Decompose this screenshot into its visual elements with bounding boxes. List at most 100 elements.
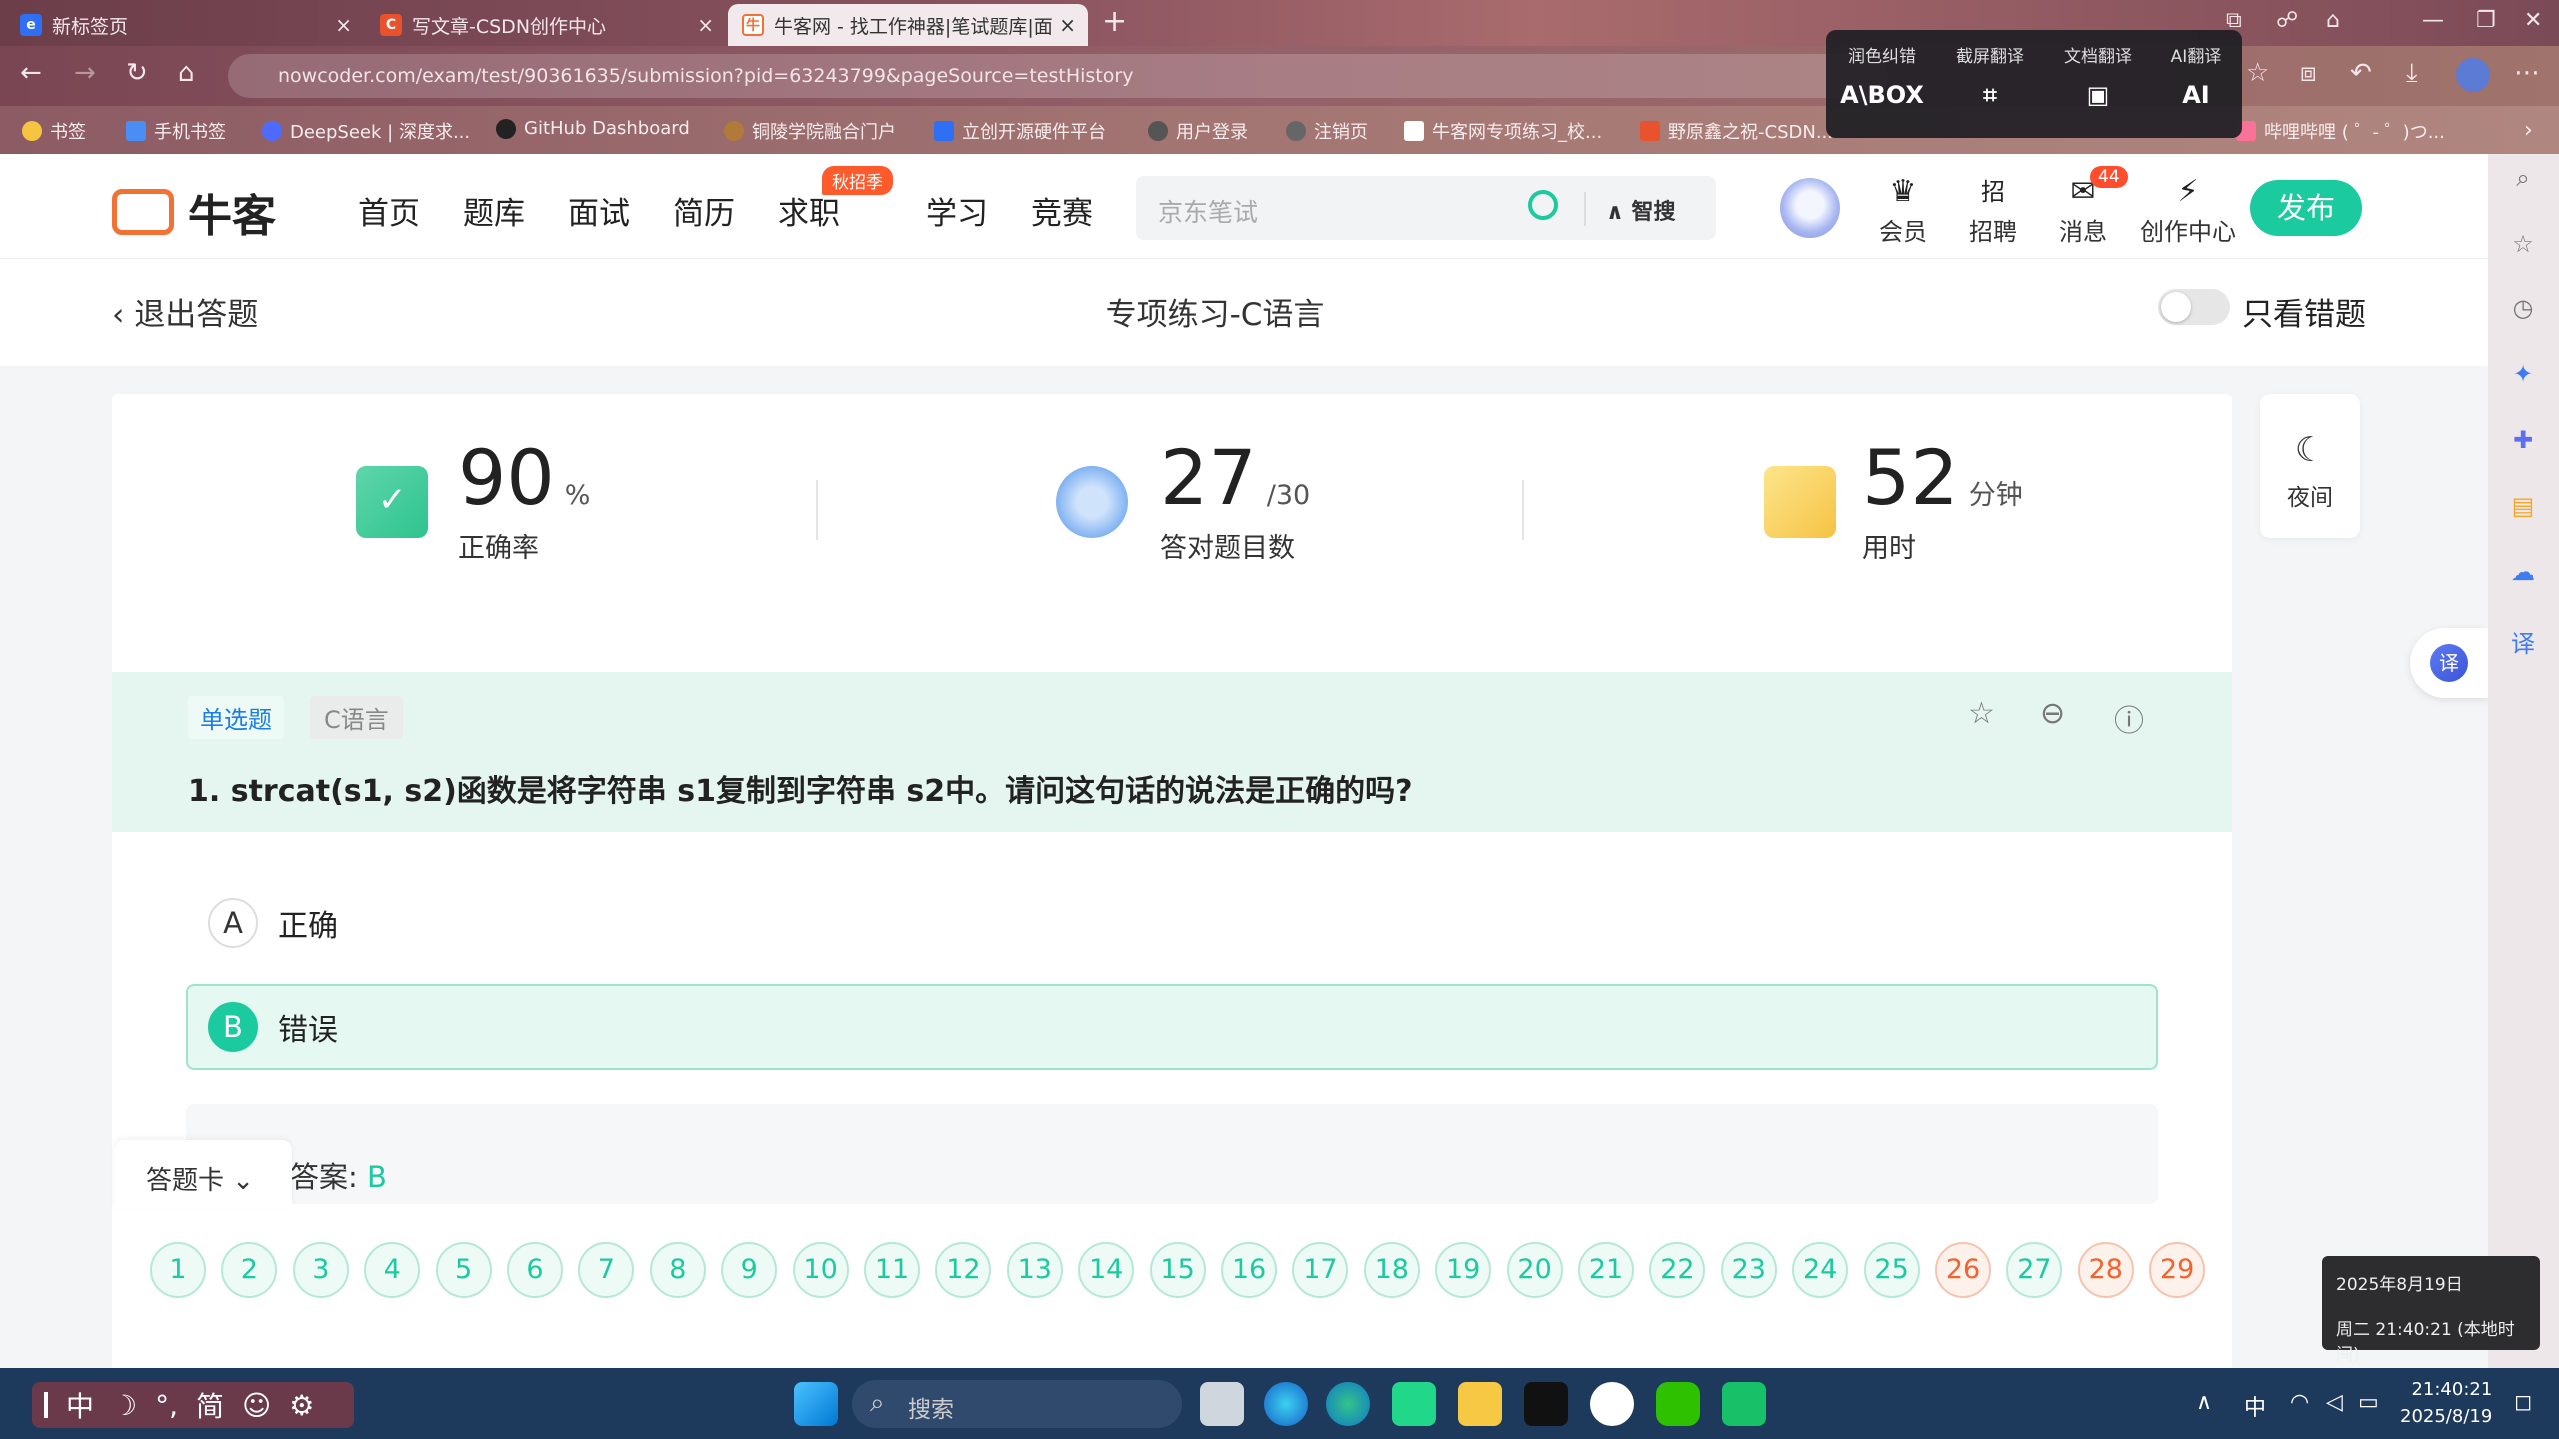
extensions-icon[interactable]: ⌂ xyxy=(2326,8,2340,33)
tray-ime-lang[interactable]: 中 xyxy=(2244,1390,2266,1422)
answer-card-tab[interactable]: 答题卡 ⌄ xyxy=(114,1140,292,1208)
simplified-toggle[interactable]: 简 xyxy=(196,1385,224,1425)
cloud-icon[interactable]: ☁ xyxy=(2506,558,2540,592)
nav-jobs[interactable]: 求职 秋招季 xyxy=(778,166,893,233)
answer-card-number[interactable]: 10 xyxy=(792,1242,849,1298)
ime-lang[interactable]: 中 xyxy=(66,1385,94,1425)
minimize-icon[interactable]: — xyxy=(2422,8,2444,33)
vip-button[interactable]: ♛ 会员 xyxy=(1858,172,1948,247)
bookmark-item[interactable]: 手机书签 xyxy=(126,118,226,144)
search-box[interactable]: 京东笔试 ∧ 智搜 xyxy=(1136,176,1716,240)
maximize-icon[interactable]: ❐ xyxy=(2476,8,2496,33)
answer-card-number[interactable]: 6 xyxy=(507,1242,563,1298)
forward-icon[interactable]: → xyxy=(74,58,96,88)
toolbox-icon[interactable]: ▤ xyxy=(2506,492,2540,526)
cube-app-icon[interactable] xyxy=(1524,1382,1568,1426)
bookmark-item[interactable]: 用户登录 xyxy=(1148,118,1248,144)
bookmark-item[interactable]: 铜陵学院融合门户 xyxy=(724,118,896,144)
answer-card-number[interactable]: 12 xyxy=(935,1242,992,1298)
answer-card-number[interactable]: 22 xyxy=(1649,1242,1706,1298)
download-icon[interactable]: ⤓ xyxy=(2406,58,2418,89)
creator-center-button[interactable]: ⚡ 创作中心 xyxy=(2136,172,2240,247)
answer-card-number[interactable]: 23 xyxy=(1720,1242,1777,1298)
answer-card-number[interactable]: 7 xyxy=(578,1242,635,1298)
answer-card-number[interactable]: 9 xyxy=(721,1242,778,1298)
close-icon[interactable]: × xyxy=(335,13,352,37)
screenshot-translate-button[interactable]: 截屏翻译 ⌗ xyxy=(1940,42,2040,109)
bookmark-item[interactable]: GitHub Dashboard xyxy=(496,118,690,139)
nav-home[interactable]: 首页 xyxy=(358,188,420,233)
only-wrong-toggle[interactable] xyxy=(2158,289,2230,325)
answer-card-number[interactable]: 20 xyxy=(1506,1242,1563,1298)
punct-icon[interactable]: °, xyxy=(155,1389,178,1422)
nav-resume[interactable]: 简历 xyxy=(673,188,735,233)
answer-card-number[interactable]: 19 xyxy=(1435,1242,1492,1298)
profile-avatar[interactable] xyxy=(2456,58,2490,92)
new-tab-button[interactable]: + xyxy=(1102,4,1127,39)
minus-circle-icon[interactable]: ⊖ xyxy=(2040,696,2065,731)
answer-card-number[interactable]: 16 xyxy=(1221,1242,1277,1298)
polish-button[interactable]: 润色纠错 A\BOX xyxy=(1832,42,1932,109)
publish-button[interactable]: 发布 xyxy=(2250,180,2362,236)
nav-contest[interactable]: 竞赛 xyxy=(1031,188,1093,233)
favorites-icon[interactable]: ☆ xyxy=(2246,58,2269,88)
bookmark-item[interactable]: 哔哩哔哩 ( ゜- ゜)つ... xyxy=(2236,118,2445,144)
answer-card-number[interactable]: 15 xyxy=(1149,1242,1206,1298)
answer-card-number[interactable]: 25 xyxy=(1863,1242,1920,1298)
edge-icon[interactable] xyxy=(1326,1382,1370,1426)
user-avatar[interactable] xyxy=(1780,178,1840,238)
info-icon[interactable]: ⓘ xyxy=(2114,696,2144,740)
more-icon[interactable]: ⋯ xyxy=(2514,58,2540,88)
nav-interview[interactable]: 面试 xyxy=(568,188,630,233)
edge-ai-icon[interactable] xyxy=(1264,1382,1308,1426)
bookmark-item[interactable]: 书签 xyxy=(22,118,86,144)
nav-learn[interactable]: 学习 xyxy=(926,188,988,233)
translate-icon[interactable]: 译 xyxy=(2506,624,2540,658)
url-input[interactable]: nowcoder.com/exam/test/90361635/submissi… xyxy=(228,54,1888,98)
tab-new-tab[interactable]: e 新标签页 × xyxy=(6,4,364,46)
tab-csdn[interactable]: C 写文章-CSDN创作中心 × xyxy=(366,4,726,46)
iqiyi-icon[interactable] xyxy=(1722,1382,1766,1426)
option-a[interactable]: A 正确 xyxy=(188,880,2158,966)
battery-icon[interactable]: ▭ xyxy=(2358,1390,2379,1415)
bookmark-item[interactable]: 注销页 xyxy=(1286,118,1368,144)
bookmark-item[interactable]: DeepSeek | 深度求... xyxy=(262,118,470,144)
wechat-icon[interactable] xyxy=(1656,1382,1700,1426)
moon-icon[interactable]: ☽ xyxy=(112,1389,137,1422)
home-icon[interactable]: ⌂ xyxy=(178,58,195,88)
answer-card-number[interactable]: 3 xyxy=(292,1242,349,1298)
answer-card-number[interactable]: 29 xyxy=(2149,1242,2206,1298)
volume-icon[interactable]: ◁ xyxy=(2326,1390,2343,1415)
answer-card-number[interactable]: 17 xyxy=(1292,1242,1349,1298)
answer-card-number[interactable]: 4 xyxy=(364,1242,421,1298)
close-window-icon[interactable]: ✕ xyxy=(2524,8,2542,33)
answer-card-number[interactable]: 8 xyxy=(649,1242,706,1298)
file-explorer-icon[interactable] xyxy=(1458,1382,1502,1426)
answer-card-number[interactable]: 26 xyxy=(1935,1242,1991,1298)
answer-card-number[interactable]: 1 xyxy=(150,1242,206,1298)
favorites-icon[interactable]: ☆ xyxy=(2506,230,2540,264)
answer-card-number[interactable]: 18 xyxy=(1363,1242,1420,1298)
game-icon[interactable]: ✚ xyxy=(2506,426,2540,460)
night-mode-button[interactable]: ☾ 夜间 xyxy=(2260,394,2360,538)
history-icon[interactable]: ↶ xyxy=(2350,58,2372,88)
tab-nowcoder[interactable]: 牛 牛客网 - 找工作神器|笔试题库|面… × xyxy=(728,4,1088,46)
back-icon[interactable]: ← xyxy=(20,58,42,88)
reload-icon[interactable]: ↻ xyxy=(126,58,148,88)
ai-translate-button[interactable]: AI翻译 AI xyxy=(2146,42,2246,109)
qq-icon[interactable] xyxy=(1590,1382,1634,1426)
floating-translate-button[interactable]: 译 xyxy=(2410,628,2488,698)
answer-card-number[interactable]: 14 xyxy=(1078,1242,1135,1298)
answer-card-number[interactable]: 27 xyxy=(2006,1242,2063,1298)
history-icon[interactable]: ◷ xyxy=(2506,294,2540,328)
answer-card-number[interactable]: 5 xyxy=(435,1242,492,1298)
search-icon[interactable] xyxy=(1528,190,1558,220)
windows-start-icon[interactable] xyxy=(794,1382,838,1426)
more-bookmarks-icon[interactable]: › xyxy=(2524,118,2533,143)
bookmark-item[interactable]: 野原鑫之祝-CSDN... xyxy=(1640,118,1833,144)
nav-question-bank[interactable]: 题库 xyxy=(463,188,525,233)
answer-card-number[interactable]: 13 xyxy=(1006,1242,1063,1298)
answer-card-number[interactable]: 28 xyxy=(2077,1242,2134,1298)
notification-icon[interactable]: ◻ xyxy=(2514,1390,2532,1415)
tray-chevron-up-icon[interactable]: ∧ xyxy=(2196,1390,2212,1415)
